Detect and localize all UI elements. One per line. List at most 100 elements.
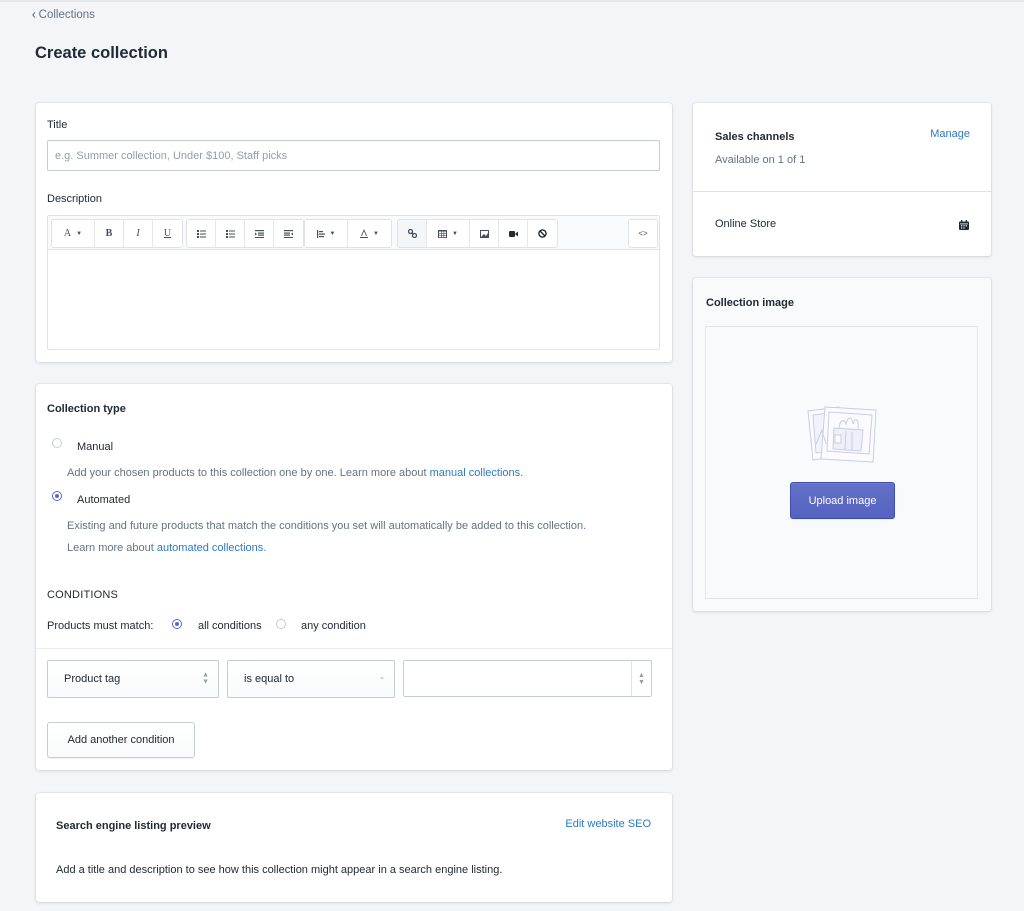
- photos-placeholder-icon: [807, 406, 877, 463]
- any-condition-label[interactable]: any condition: [301, 620, 366, 632]
- bulleted-list-button[interactable]: [187, 220, 216, 247]
- automated-collections-link[interactable]: automated collections: [157, 542, 263, 554]
- automated-help-text: Existing and future products that match …: [67, 520, 587, 532]
- text-color-button[interactable]: ▼: [348, 220, 391, 247]
- indent-button[interactable]: [274, 220, 303, 247]
- automated-learn-more: Learn more about automated collections.: [67, 542, 266, 554]
- bulleted-list-icon: [196, 229, 206, 238]
- manual-help-suffix: .: [520, 467, 524, 479]
- condition-value-input[interactable]: [404, 661, 632, 696]
- align-button[interactable]: ▼: [305, 220, 348, 247]
- add-another-condition-button[interactable]: Add another condition: [47, 722, 195, 758]
- image-button[interactable]: [470, 220, 499, 247]
- table-button[interactable]: ▼: [427, 220, 470, 247]
- title-label: Title: [47, 119, 68, 131]
- image-icon: [479, 229, 489, 238]
- condition-field-value: Product tag: [64, 673, 121, 685]
- sales-channels-heading: Sales channels: [715, 131, 795, 143]
- condition-field-select[interactable]: Product tag ▲ ▼: [47, 660, 219, 698]
- channels-divider: [693, 191, 991, 192]
- table-icon: [438, 229, 448, 238]
- toolbar-group-text: A ▼ B I U: [51, 219, 183, 248]
- chevron-left-icon: ‹: [32, 7, 36, 23]
- edit-website-seo-link[interactable]: Edit website SEO: [565, 818, 651, 830]
- seo-card: Search engine listing preview Edit websi…: [36, 793, 672, 902]
- page-title: Create collection: [35, 44, 168, 62]
- link-icon: [407, 229, 417, 238]
- caret-down-icon: ▼: [329, 230, 336, 237]
- collection-type-heading: Collection type: [47, 403, 126, 415]
- code-icon: <>: [638, 229, 648, 238]
- select-arrows-icon[interactable]: ▲ ▼: [631, 661, 651, 696]
- match-label: Products must match:: [47, 620, 154, 632]
- general-card: Title Description A▼ B I U: [36, 103, 672, 362]
- seo-body: Add a title and description to see how t…: [56, 864, 503, 876]
- video-button[interactable]: [499, 220, 528, 247]
- caret-down-icon: ▼: [76, 230, 83, 237]
- indent-icon: [284, 229, 293, 238]
- manual-radio[interactable]: [52, 438, 62, 448]
- breadcrumb-label: Collections: [38, 9, 95, 21]
- clear-formatting-button[interactable]: [528, 220, 557, 247]
- align-left-icon: [316, 229, 325, 238]
- image-dropzone[interactable]: Upload image: [705, 326, 978, 599]
- description-editor: A ▼ B I U ▼ ▼ ▼ <>: [47, 215, 660, 350]
- availability-text: Available on 1 of 1: [715, 154, 806, 166]
- numbered-list-button[interactable]: [216, 220, 245, 247]
- description-label: Description: [47, 193, 103, 205]
- toolbar-group-lists: [186, 219, 304, 248]
- title-input[interactable]: [47, 140, 660, 171]
- sales-channels-card: Sales channels Manage Available on 1 of …: [693, 103, 991, 256]
- automated-radio[interactable]: [52, 491, 62, 501]
- video-icon: [508, 230, 518, 237]
- italic-button[interactable]: I: [124, 220, 153, 247]
- automated-help-prefix: Learn more about: [67, 542, 157, 554]
- text-color-icon: [360, 229, 369, 238]
- manual-help-text: Add your chosen products to this collect…: [67, 467, 523, 479]
- caret-down-icon: ▼: [452, 230, 458, 237]
- description-body[interactable]: [48, 250, 659, 349]
- font-icon: A: [63, 228, 72, 239]
- condition-operator-select[interactable]: is equal to ⌄: [227, 660, 395, 698]
- select-arrows-icon: ▲ ▼: [202, 671, 209, 686]
- manual-help-prefix: Add your chosen products to this collect…: [67, 467, 430, 479]
- numbered-list-icon: [225, 229, 235, 238]
- conditions-heading: CONDITIONS: [47, 589, 119, 601]
- seo-heading: Search engine listing preview: [56, 820, 211, 832]
- manual-collections-link[interactable]: manual collections: [430, 467, 521, 479]
- editor-toolbar: A ▼ B I U ▼ ▼ ▼ <>: [48, 216, 659, 250]
- caret-down-icon: ▼: [373, 230, 379, 237]
- all-conditions-label[interactable]: all conditions: [198, 620, 262, 632]
- condition-operator-value: is equal to: [244, 673, 295, 685]
- automated-help-suffix: .: [263, 542, 267, 554]
- outdent-button[interactable]: [245, 220, 274, 247]
- toolbar-group-insert: ▼: [397, 219, 558, 248]
- link-button[interactable]: [398, 220, 427, 247]
- toolbar-group-html: <>: [628, 219, 658, 248]
- channel-online-store: Online Store: [715, 218, 777, 230]
- bold-button[interactable]: B: [95, 220, 124, 247]
- outdent-icon: [254, 229, 264, 238]
- manage-link[interactable]: Manage: [930, 128, 970, 140]
- collection-image-heading: Collection image: [706, 297, 795, 309]
- all-conditions-radio[interactable]: [172, 619, 182, 629]
- collection-type-card: Collection type Manual Add your chosen p…: [36, 384, 672, 770]
- bold-icon: B: [105, 228, 113, 239]
- underline-icon: U: [163, 228, 172, 239]
- upload-image-button[interactable]: Upload image: [790, 482, 895, 519]
- breadcrumb-collections[interactable]: ‹ Collections: [32, 7, 95, 23]
- automated-label[interactable]: Automated: [77, 494, 130, 506]
- show-html-button[interactable]: <>: [629, 220, 657, 247]
- any-condition-radio[interactable]: [276, 619, 286, 629]
- calendar-icon[interactable]: [959, 220, 969, 230]
- underline-button[interactable]: U: [153, 220, 182, 247]
- condition-value-combobox: ▲ ▼: [403, 660, 652, 697]
- italic-icon: I: [136, 228, 140, 239]
- toolbar-group-format: ▼ ▼: [304, 219, 392, 248]
- conditions-divider: [36, 648, 672, 649]
- collection-image-card: Collection image Upload image: [693, 278, 991, 611]
- chevron-down-icon: ⌄: [379, 674, 385, 681]
- manual-label[interactable]: Manual: [77, 441, 113, 453]
- font-style-button[interactable]: A ▼: [52, 220, 95, 247]
- clear-formatting-icon: [538, 229, 547, 238]
